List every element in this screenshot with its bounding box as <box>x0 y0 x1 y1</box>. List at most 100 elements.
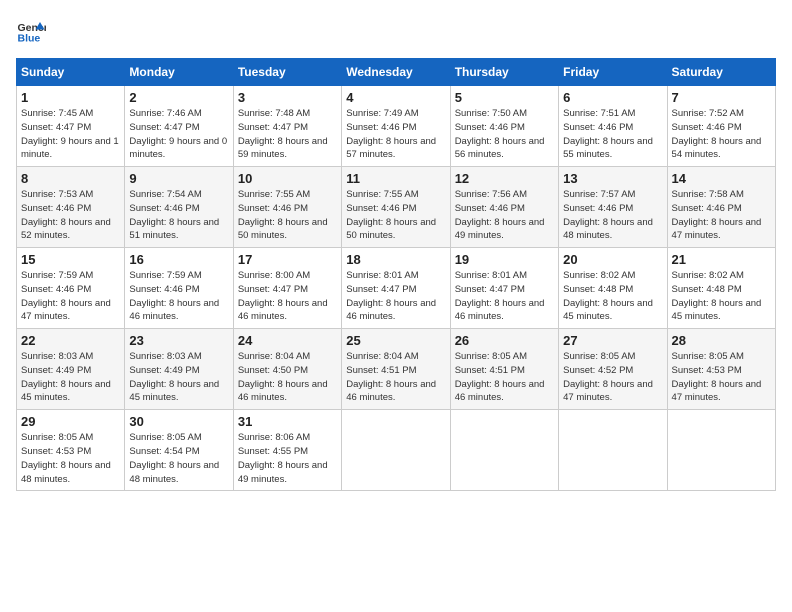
calendar-cell: 29 Sunrise: 8:05 AMSunset: 4:53 PMDaylig… <box>17 410 125 491</box>
calendar-body: 1 Sunrise: 7:45 AMSunset: 4:47 PMDayligh… <box>17 86 776 491</box>
calendar-cell: 28 Sunrise: 8:05 AMSunset: 4:53 PMDaylig… <box>667 329 775 410</box>
day-number: 7 <box>672 90 771 105</box>
day-info: Sunrise: 8:03 AMSunset: 4:49 PMDaylight:… <box>129 350 228 405</box>
calendar-cell: 5 Sunrise: 7:50 AMSunset: 4:46 PMDayligh… <box>450 86 558 167</box>
day-number: 17 <box>238 252 337 267</box>
day-number: 21 <box>672 252 771 267</box>
calendar-cell: 7 Sunrise: 7:52 AMSunset: 4:46 PMDayligh… <box>667 86 775 167</box>
day-info: Sunrise: 7:57 AMSunset: 4:46 PMDaylight:… <box>563 188 662 243</box>
calendar-cell: 17 Sunrise: 8:00 AMSunset: 4:47 PMDaylig… <box>233 248 341 329</box>
calendar-cell: 2 Sunrise: 7:46 AMSunset: 4:47 PMDayligh… <box>125 86 233 167</box>
day-info: Sunrise: 7:52 AMSunset: 4:46 PMDaylight:… <box>672 107 771 162</box>
day-info: Sunrise: 7:59 AMSunset: 4:46 PMDaylight:… <box>129 269 228 324</box>
day-number: 6 <box>563 90 662 105</box>
day-info: Sunrise: 8:05 AMSunset: 4:54 PMDaylight:… <box>129 431 228 486</box>
calendar-week-row: 8 Sunrise: 7:53 AMSunset: 4:46 PMDayligh… <box>17 167 776 248</box>
calendar-cell: 20 Sunrise: 8:02 AMSunset: 4:48 PMDaylig… <box>559 248 667 329</box>
day-info: Sunrise: 8:05 AMSunset: 4:53 PMDaylight:… <box>672 350 771 405</box>
calendar-cell: 18 Sunrise: 8:01 AMSunset: 4:47 PMDaylig… <box>342 248 450 329</box>
calendar-cell: 21 Sunrise: 8:02 AMSunset: 4:48 PMDaylig… <box>667 248 775 329</box>
day-info: Sunrise: 8:00 AMSunset: 4:47 PMDaylight:… <box>238 269 337 324</box>
day-info: Sunrise: 7:45 AMSunset: 4:47 PMDaylight:… <box>21 107 120 162</box>
day-number: 31 <box>238 414 337 429</box>
calendar-cell: 13 Sunrise: 7:57 AMSunset: 4:46 PMDaylig… <box>559 167 667 248</box>
day-info: Sunrise: 7:59 AMSunset: 4:46 PMDaylight:… <box>21 269 120 324</box>
day-number: 26 <box>455 333 554 348</box>
day-info: Sunrise: 7:46 AMSunset: 4:47 PMDaylight:… <box>129 107 228 162</box>
day-number: 11 <box>346 171 445 186</box>
day-number: 2 <box>129 90 228 105</box>
day-info: Sunrise: 7:50 AMSunset: 4:46 PMDaylight:… <box>455 107 554 162</box>
calendar-cell <box>450 410 558 491</box>
calendar-cell: 19 Sunrise: 8:01 AMSunset: 4:47 PMDaylig… <box>450 248 558 329</box>
calendar-cell: 27 Sunrise: 8:05 AMSunset: 4:52 PMDaylig… <box>559 329 667 410</box>
day-number: 22 <box>21 333 120 348</box>
day-number: 14 <box>672 171 771 186</box>
calendar-week-row: 15 Sunrise: 7:59 AMSunset: 4:46 PMDaylig… <box>17 248 776 329</box>
day-info: Sunrise: 8:04 AMSunset: 4:51 PMDaylight:… <box>346 350 445 405</box>
day-info: Sunrise: 8:05 AMSunset: 4:53 PMDaylight:… <box>21 431 120 486</box>
day-info: Sunrise: 7:54 AMSunset: 4:46 PMDaylight:… <box>129 188 228 243</box>
day-info: Sunrise: 8:01 AMSunset: 4:47 PMDaylight:… <box>455 269 554 324</box>
day-number: 8 <box>21 171 120 186</box>
day-number: 25 <box>346 333 445 348</box>
calendar-cell: 11 Sunrise: 7:55 AMSunset: 4:46 PMDaylig… <box>342 167 450 248</box>
logo: General Blue <box>16 16 46 46</box>
day-number: 19 <box>455 252 554 267</box>
day-number: 4 <box>346 90 445 105</box>
day-number: 20 <box>563 252 662 267</box>
page-header: General Blue <box>16 16 776 46</box>
day-info: Sunrise: 7:51 AMSunset: 4:46 PMDaylight:… <box>563 107 662 162</box>
calendar-cell <box>342 410 450 491</box>
logo-icon: General Blue <box>16 16 46 46</box>
day-info: Sunrise: 7:49 AMSunset: 4:46 PMDaylight:… <box>346 107 445 162</box>
day-info: Sunrise: 8:04 AMSunset: 4:50 PMDaylight:… <box>238 350 337 405</box>
day-info: Sunrise: 7:53 AMSunset: 4:46 PMDaylight:… <box>21 188 120 243</box>
day-number: 16 <box>129 252 228 267</box>
calendar-header: SundayMondayTuesdayWednesdayThursdayFrid… <box>17 59 776 86</box>
calendar-cell: 31 Sunrise: 8:06 AMSunset: 4:55 PMDaylig… <box>233 410 341 491</box>
calendar-cell: 4 Sunrise: 7:49 AMSunset: 4:46 PMDayligh… <box>342 86 450 167</box>
day-info: Sunrise: 8:02 AMSunset: 4:48 PMDaylight:… <box>563 269 662 324</box>
weekday-header: Wednesday <box>342 59 450 86</box>
calendar-week-row: 29 Sunrise: 8:05 AMSunset: 4:53 PMDaylig… <box>17 410 776 491</box>
calendar-cell: 25 Sunrise: 8:04 AMSunset: 4:51 PMDaylig… <box>342 329 450 410</box>
day-info: Sunrise: 8:02 AMSunset: 4:48 PMDaylight:… <box>672 269 771 324</box>
day-number: 10 <box>238 171 337 186</box>
day-info: Sunrise: 7:58 AMSunset: 4:46 PMDaylight:… <box>672 188 771 243</box>
day-number: 9 <box>129 171 228 186</box>
day-number: 13 <box>563 171 662 186</box>
calendar-week-row: 1 Sunrise: 7:45 AMSunset: 4:47 PMDayligh… <box>17 86 776 167</box>
weekday-header: Friday <box>559 59 667 86</box>
day-number: 15 <box>21 252 120 267</box>
calendar-cell: 12 Sunrise: 7:56 AMSunset: 4:46 PMDaylig… <box>450 167 558 248</box>
day-number: 29 <box>21 414 120 429</box>
calendar-cell: 15 Sunrise: 7:59 AMSunset: 4:46 PMDaylig… <box>17 248 125 329</box>
calendar-cell <box>667 410 775 491</box>
calendar-cell: 6 Sunrise: 7:51 AMSunset: 4:46 PMDayligh… <box>559 86 667 167</box>
day-number: 1 <box>21 90 120 105</box>
calendar-cell: 22 Sunrise: 8:03 AMSunset: 4:49 PMDaylig… <box>17 329 125 410</box>
weekday-header: Thursday <box>450 59 558 86</box>
day-number: 24 <box>238 333 337 348</box>
day-info: Sunrise: 7:56 AMSunset: 4:46 PMDaylight:… <box>455 188 554 243</box>
day-info: Sunrise: 8:01 AMSunset: 4:47 PMDaylight:… <box>346 269 445 324</box>
calendar-week-row: 22 Sunrise: 8:03 AMSunset: 4:49 PMDaylig… <box>17 329 776 410</box>
day-number: 12 <box>455 171 554 186</box>
day-number: 27 <box>563 333 662 348</box>
day-info: Sunrise: 7:48 AMSunset: 4:47 PMDaylight:… <box>238 107 337 162</box>
calendar-cell: 8 Sunrise: 7:53 AMSunset: 4:46 PMDayligh… <box>17 167 125 248</box>
weekday-header: Monday <box>125 59 233 86</box>
calendar-cell: 16 Sunrise: 7:59 AMSunset: 4:46 PMDaylig… <box>125 248 233 329</box>
day-info: Sunrise: 8:03 AMSunset: 4:49 PMDaylight:… <box>21 350 120 405</box>
weekday-header: Saturday <box>667 59 775 86</box>
day-number: 28 <box>672 333 771 348</box>
calendar-table: SundayMondayTuesdayWednesdayThursdayFrid… <box>16 58 776 491</box>
day-number: 23 <box>129 333 228 348</box>
calendar-cell: 23 Sunrise: 8:03 AMSunset: 4:49 PMDaylig… <box>125 329 233 410</box>
calendar-cell: 10 Sunrise: 7:55 AMSunset: 4:46 PMDaylig… <box>233 167 341 248</box>
calendar-cell: 14 Sunrise: 7:58 AMSunset: 4:46 PMDaylig… <box>667 167 775 248</box>
calendar-cell: 24 Sunrise: 8:04 AMSunset: 4:50 PMDaylig… <box>233 329 341 410</box>
calendar-cell: 9 Sunrise: 7:54 AMSunset: 4:46 PMDayligh… <box>125 167 233 248</box>
svg-text:Blue: Blue <box>18 33 41 45</box>
